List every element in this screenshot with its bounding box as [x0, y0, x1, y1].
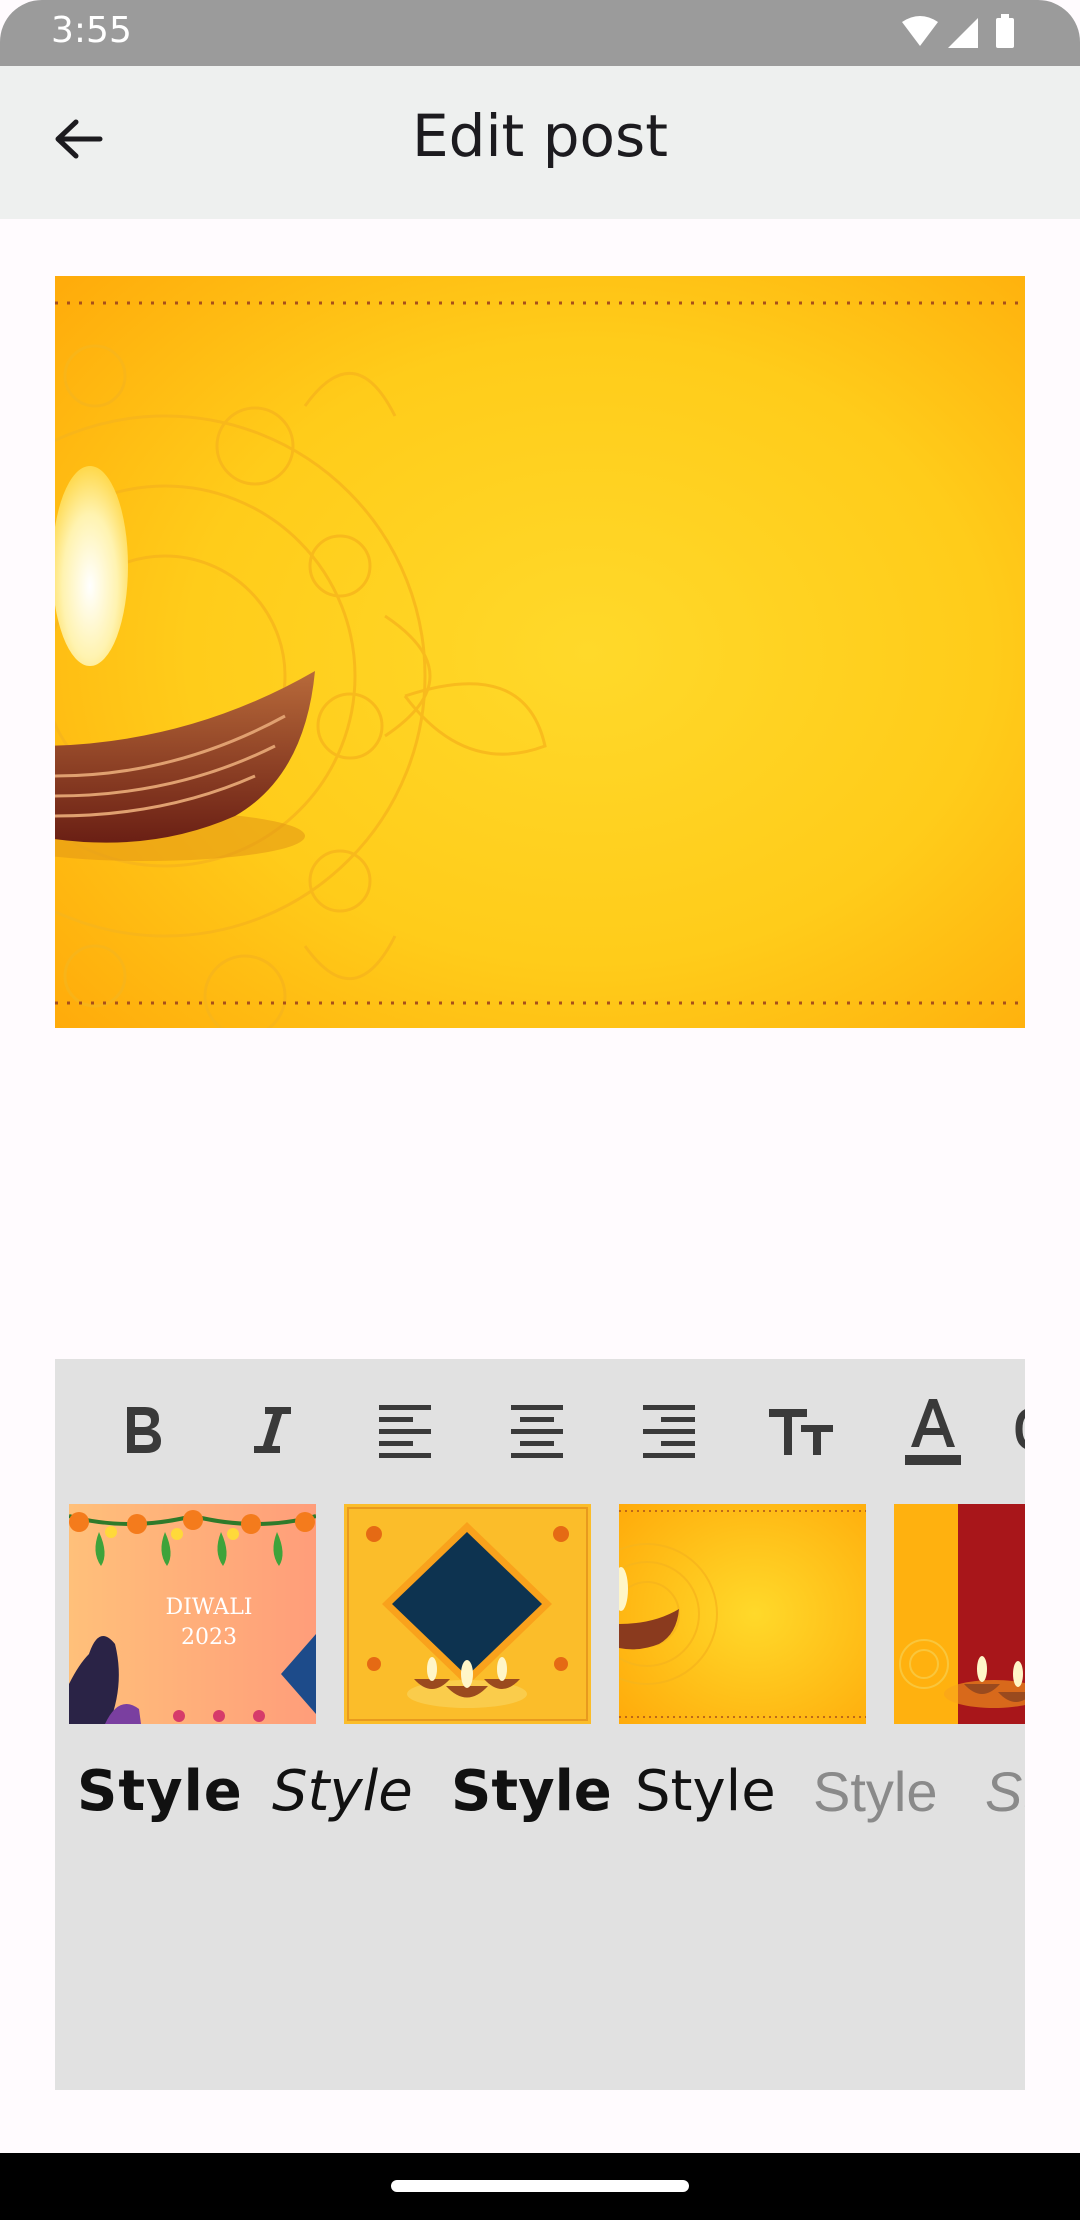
more-tool-icon[interactable] — [1013, 1389, 1025, 1469]
template-thumbnail-red-diya[interactable] — [894, 1504, 1025, 1724]
format-toolbar — [55, 1359, 1025, 1489]
page-title: Edit post — [411, 102, 668, 170]
battery-icon — [996, 18, 1014, 48]
post-preview-image[interactable] — [55, 276, 1025, 1028]
thumbnail-subtitle: 2023 — [181, 1625, 237, 1650]
text-color-icon[interactable] — [893, 1389, 973, 1469]
align-right-icon[interactable] — [629, 1389, 709, 1469]
signal-icon — [948, 18, 978, 48]
bold-icon[interactable] — [101, 1389, 181, 1469]
top-app-bar: Edit post — [0, 66, 1080, 219]
italic-icon[interactable] — [233, 1389, 313, 1469]
style-option-heavy[interactable]: Style — [77, 1759, 243, 1824]
style-option-italic[interactable]: Style — [272, 1759, 413, 1824]
status-bar: 3:55 — [0, 0, 1080, 66]
status-icons — [902, 14, 1014, 48]
home-gesture-handle[interactable] — [391, 2180, 689, 2192]
system-navigation-bar — [0, 2153, 1080, 2220]
template-thumbnail-diwali[interactable]: DIWALI 2023 — [69, 1504, 316, 1724]
style-option-light[interactable]: Style — [813, 1759, 938, 1824]
align-left-icon[interactable] — [365, 1389, 445, 1469]
align-center-icon[interactable] — [497, 1389, 577, 1469]
style-option-light-italic[interactable]: St — [985, 1759, 1025, 1824]
thumbnail-title: DIWALI — [165, 1595, 252, 1620]
text-size-icon[interactable] — [761, 1389, 841, 1469]
template-thumbnail-diya-frame[interactable] — [344, 1504, 591, 1724]
wifi-icon — [902, 16, 938, 46]
status-time: 3:55 — [51, 10, 132, 51]
template-thumbnails: DIWALI 2023 — [55, 1504, 1025, 1726]
font-style-options: Style Style Style Style Style St — [55, 1759, 1025, 1849]
template-thumbnail-yellow-diya[interactable] — [619, 1504, 866, 1724]
style-option-bold[interactable]: Style — [451, 1759, 612, 1824]
style-option-regular[interactable]: Style — [635, 1759, 776, 1824]
editor-panel: DIWALI 2023 Style Style Style Style Styl… — [55, 1359, 1025, 2090]
